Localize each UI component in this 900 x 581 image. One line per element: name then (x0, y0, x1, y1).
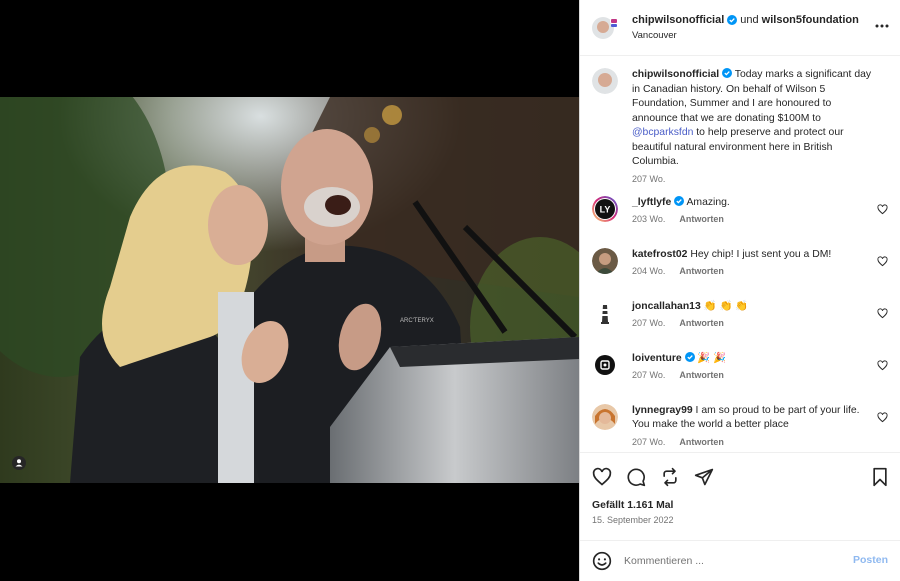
instagram-post-modal: ARC'TERYX chipwilsonofficial und wilson5… (0, 0, 900, 581)
save-bookmark-icon[interactable] (870, 467, 890, 487)
comment-time[interactable]: 207 Wo. (632, 437, 665, 447)
comment-item: LY _lyftlyfe Amazing. 203 Wo. Antworten (592, 195, 888, 236)
caption-avatar[interactable] (592, 68, 618, 94)
reply-button[interactable]: Antworten (679, 370, 724, 380)
post-actions-bar (580, 452, 900, 500)
caption-mention-link[interactable]: @bcparksfdn (632, 127, 693, 138)
reply-button[interactable]: Antworten (679, 266, 724, 276)
comment-item: lynnegray99 I am so proud to be part of … (592, 403, 888, 447)
like-comment-heart-icon[interactable] (877, 359, 888, 371)
comment-item: loiventure 🎉 🎉 207 Wo. Antworten (592, 351, 888, 392)
caption-username[interactable]: chipwilsonofficial (632, 69, 719, 80)
comment-text: 👏 👏 👏 (700, 300, 749, 312)
comment-avatar[interactable] (592, 299, 618, 326)
comment-composer: Posten (580, 541, 900, 581)
post-side-panel: chipwilsonofficial und wilson5foundation… (579, 0, 900, 581)
reply-button[interactable]: Antworten (679, 318, 724, 328)
repost-icon[interactable] (660, 467, 680, 487)
comment-text: Hey chip! I just sent you a DM! (687, 248, 832, 260)
post-caption: chipwilsonofficial Today marks a signifi… (592, 68, 888, 184)
comments-list[interactable]: chipwilsonofficial Today marks a signifi… (580, 56, 900, 452)
comment-username[interactable]: katefrost02 (632, 249, 687, 260)
post-location[interactable]: Vancouver (632, 28, 859, 44)
caption-time[interactable]: 207 Wo. (632, 174, 665, 184)
post-header: chipwilsonofficial und wilson5foundation… (580, 0, 900, 56)
verified-badge-icon (674, 195, 685, 206)
like-comment-heart-icon[interactable] (877, 203, 888, 215)
like-comment-heart-icon[interactable] (877, 411, 888, 423)
post-photo[interactable]: ARC'TERYX (0, 97, 579, 483)
author-username[interactable]: chipwilsonofficial (632, 12, 724, 28)
comment-username[interactable]: joncallahan13 (632, 301, 701, 312)
coauthor-username[interactable]: wilson5foundation (762, 12, 859, 28)
comment-time[interactable]: 207 Wo. (632, 318, 665, 328)
like-heart-icon[interactable] (592, 467, 612, 487)
coauthor-conjunction: und (740, 13, 759, 26)
comment-time[interactable]: 207 Wo. (632, 370, 665, 380)
comment-item: katefrost02 Hey chip! I just sent you a … (592, 247, 888, 288)
divider (580, 525, 900, 541)
comment-time[interactable]: 204 Wo. (632, 266, 665, 276)
like-comment-heart-icon[interactable] (877, 307, 888, 319)
svg-text:ARC'TERYX: ARC'TERYX (400, 318, 434, 324)
comment-username[interactable]: lynnegray99 (632, 405, 693, 416)
like-count[interactable]: Gefällt 1.161 Mal (580, 500, 900, 511)
tagged-user-icon[interactable] (12, 456, 26, 470)
comment-avatar[interactable] (592, 403, 618, 430)
comment-username[interactable]: loiventure (632, 353, 682, 364)
comment-avatar[interactable]: LY (592, 195, 618, 222)
verified-badge-icon (684, 351, 695, 362)
verified-badge-icon (727, 14, 738, 25)
svg-text:LY: LY (600, 204, 611, 214)
comment-avatar[interactable] (592, 247, 618, 274)
emoji-icon[interactable] (592, 551, 612, 571)
comment-text: Amazing. (684, 196, 730, 208)
comment-item: joncallahan13 👏 👏 👏 207 Wo. Antworten (592, 299, 888, 340)
comment-bubble-icon[interactable] (626, 467, 646, 487)
post-date: 15. September 2022 (592, 515, 674, 525)
more-options-icon[interactable] (874, 18, 890, 34)
comment-username[interactable]: _lyftlyfe (632, 197, 671, 208)
comment-avatar[interactable] (592, 351, 618, 378)
post-media[interactable]: ARC'TERYX (0, 0, 579, 581)
comment-text: 🎉 🎉 (694, 352, 727, 364)
comment-input[interactable] (624, 555, 824, 567)
comment-time[interactable]: 203 Wo. (632, 214, 665, 224)
like-comment-heart-icon[interactable] (877, 255, 888, 267)
caption-text: chipwilsonofficial Today marks a signifi… (632, 68, 872, 170)
verified-badge-icon (722, 68, 733, 78)
author-avatar[interactable] (592, 15, 618, 41)
author-avatar-image (592, 16, 618, 39)
post-comment-button[interactable]: Posten (853, 554, 888, 566)
share-paper-plane-icon[interactable] (694, 467, 714, 487)
reply-button[interactable]: Antworten (679, 437, 724, 447)
reply-button[interactable]: Antworten (679, 214, 724, 224)
